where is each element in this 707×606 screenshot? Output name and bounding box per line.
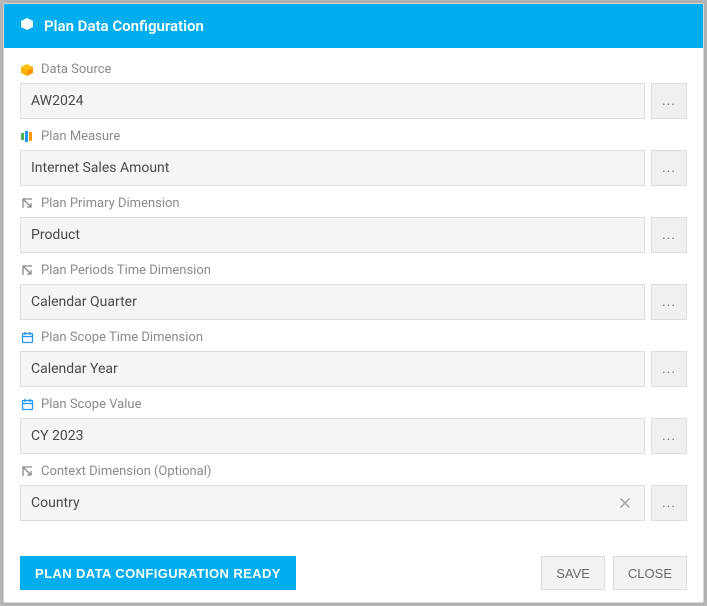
value: Country [31,495,616,511]
field-data-source: Data Source AW2024 ... [20,62,687,119]
label-text: Plan Scope Value [41,397,141,412]
cube-icon [20,63,34,77]
bar-chart-icon [20,130,34,144]
label-text: Plan Scope Time Dimension [41,330,203,345]
input-plan-measure[interactable]: Internet Sales Amount [20,150,645,186]
save-button[interactable]: SAVE [541,556,605,590]
field-periods-dimension: Plan Periods Time Dimension Calendar Qua… [20,263,687,320]
browse-primary-dimension-button[interactable]: ... [651,217,687,253]
browse-scope-dimension-button[interactable]: ... [651,351,687,387]
value: CY 2023 [31,428,634,444]
label-primary-dimension: Plan Primary Dimension [20,196,687,211]
label-text: Context Dimension (Optional) [41,464,211,479]
label-text: Plan Measure [41,129,120,144]
value: Internet Sales Amount [31,160,634,176]
input-scope-value[interactable]: CY 2023 [20,418,645,454]
browse-data-source-button[interactable]: ... [651,83,687,119]
input-data-source[interactable]: AW2024 [20,83,645,119]
plan-config-ready-button[interactable]: PLAN DATA CONFIGURATION READY [20,556,296,590]
browse-scope-value-button[interactable]: ... [651,418,687,454]
browse-periods-dimension-button[interactable]: ... [651,284,687,320]
plan-data-config-dialog: Plan Data Configuration Data Source AW20… [3,3,704,603]
field-primary-dimension: Plan Primary Dimension Product ... [20,196,687,253]
label-text: Plan Periods Time Dimension [41,263,211,278]
value: AW2024 [31,93,634,109]
dialog-footer: PLAN DATA CONFIGURATION READY SAVE CLOSE [4,544,703,602]
calendar-icon [20,398,34,412]
dialog-title: Plan Data Configuration [44,17,204,35]
label-text: Plan Primary Dimension [41,196,180,211]
label-data-source: Data Source [20,62,687,77]
dimension-icon [20,465,34,479]
input-periods-dimension[interactable]: Calendar Quarter [20,284,645,320]
browse-plan-measure-button[interactable]: ... [651,150,687,186]
field-context-dimension: Context Dimension (Optional) Country ... [20,464,687,521]
field-plan-measure: Plan Measure Internet Sales Amount ... [20,129,687,186]
input-scope-dimension[interactable]: Calendar Year [20,351,645,387]
cube-icon [20,17,34,35]
label-scope-value: Plan Scope Value [20,397,687,412]
label-periods-dimension: Plan Periods Time Dimension [20,263,687,278]
clear-context-dimension-button[interactable] [616,494,634,512]
dialog-body: Data Source AW2024 ... Plan Measure Inte… [4,48,703,544]
input-primary-dimension[interactable]: Product [20,217,645,253]
value: Product [31,227,634,243]
label-scope-dimension: Plan Scope Time Dimension [20,330,687,345]
value: Calendar Quarter [31,294,634,310]
dialog-header: Plan Data Configuration [4,4,703,48]
label-context-dimension: Context Dimension (Optional) [20,464,687,479]
close-button[interactable]: CLOSE [613,556,687,590]
browse-context-dimension-button[interactable]: ... [651,485,687,521]
dimension-icon [20,264,34,278]
input-context-dimension[interactable]: Country [20,485,645,521]
value: Calendar Year [31,361,634,377]
dimension-icon [20,197,34,211]
field-scope-dimension: Plan Scope Time Dimension Calendar Year … [20,330,687,387]
label-text: Data Source [41,62,111,77]
label-plan-measure: Plan Measure [20,129,687,144]
field-scope-value: Plan Scope Value CY 2023 ... [20,397,687,454]
calendar-icon [20,331,34,345]
